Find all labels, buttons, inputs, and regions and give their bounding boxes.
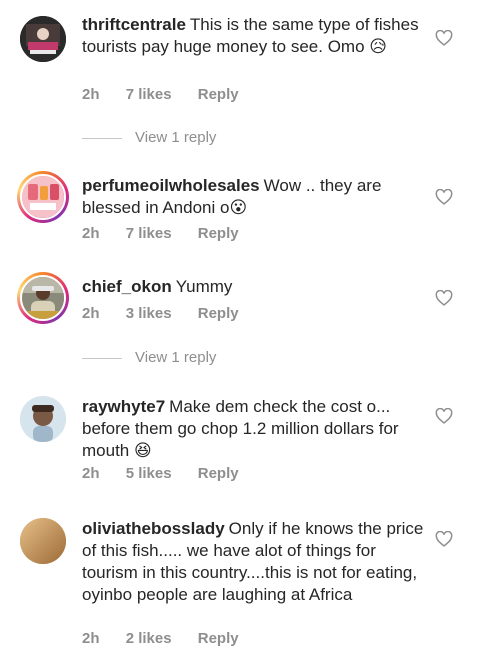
laughing-emoji-icon: 😆: [133, 441, 152, 461]
comment-likes[interactable]: 5 likes: [126, 465, 172, 482]
comment-meta: 2h 7 likes Reply: [82, 225, 261, 242]
avatar-image: [20, 174, 66, 220]
comment-likes[interactable]: 7 likes: [126, 86, 172, 103]
divider: [82, 137, 122, 139]
comment-text: perfumeoilwholesales Wow .. they are bles…: [82, 175, 427, 219]
view-replies-label: View 1 reply: [135, 349, 217, 366]
avatar[interactable]: [20, 396, 66, 442]
comment-time: 2h: [82, 86, 100, 103]
comment-meta: 2h 2 likes Reply: [82, 630, 261, 647]
avatar-image: [20, 518, 66, 564]
view-replies-button[interactable]: View 1 reply: [82, 129, 216, 149]
comment-body: Yummy: [175, 277, 233, 296]
view-replies-button[interactable]: View 1 reply: [82, 349, 216, 369]
heart-outline-icon[interactable]: [435, 290, 453, 306]
heart-outline-icon[interactable]: [435, 531, 453, 547]
avatar[interactable]: [20, 518, 66, 564]
heart-outline-icon[interactable]: [435, 408, 453, 424]
avatar-image: [20, 275, 66, 321]
comment-text: thriftcentrale This is the same type of f…: [82, 14, 427, 58]
reply-button[interactable]: Reply: [198, 630, 239, 647]
reply-button[interactable]: Reply: [198, 305, 239, 322]
avatar[interactable]: [20, 16, 66, 62]
comment-time: 2h: [82, 305, 100, 322]
avatar[interactable]: [17, 171, 69, 223]
comment-likes[interactable]: 3 likes: [126, 305, 172, 322]
comment-meta: 2h 3 likes Reply: [82, 305, 261, 322]
comment-username[interactable]: raywhyte7: [82, 397, 165, 416]
comment-time: 2h: [82, 225, 100, 242]
surprised-emoji-icon: 😮: [229, 198, 248, 218]
comment-text: raywhyte7 Make dem check the cost o... be…: [82, 396, 427, 462]
comment-time: 2h: [82, 630, 100, 647]
comment-username[interactable]: perfumeoilwholesales: [82, 176, 260, 195]
heart-outline-icon[interactable]: [435, 189, 453, 205]
comment-username[interactable]: thriftcentrale: [82, 15, 186, 34]
comment-text: oliviathebosslady Only if he knows the pr…: [82, 518, 427, 606]
comment-likes[interactable]: 2 likes: [126, 630, 172, 647]
avatar[interactable]: [17, 272, 69, 324]
comment-text: chief_okon Yummy: [82, 276, 427, 298]
reply-button[interactable]: Reply: [198, 225, 239, 242]
heart-outline-icon[interactable]: [435, 30, 453, 46]
divider: [82, 357, 122, 359]
comment-username[interactable]: oliviathebosslady: [82, 519, 225, 538]
comment-meta: 2h 5 likes Reply: [82, 465, 261, 482]
avatar-image: [20, 396, 66, 442]
sad-emoji-icon: 😥: [369, 37, 388, 57]
avatar-image: [20, 16, 66, 62]
comment-time: 2h: [82, 465, 100, 482]
reply-button[interactable]: Reply: [198, 465, 239, 482]
reply-button[interactable]: Reply: [198, 86, 239, 103]
view-replies-label: View 1 reply: [135, 129, 217, 146]
comment-meta: 2h 7 likes Reply: [82, 86, 261, 103]
comment-username[interactable]: chief_okon: [82, 277, 172, 296]
comment-likes[interactable]: 7 likes: [126, 225, 172, 242]
